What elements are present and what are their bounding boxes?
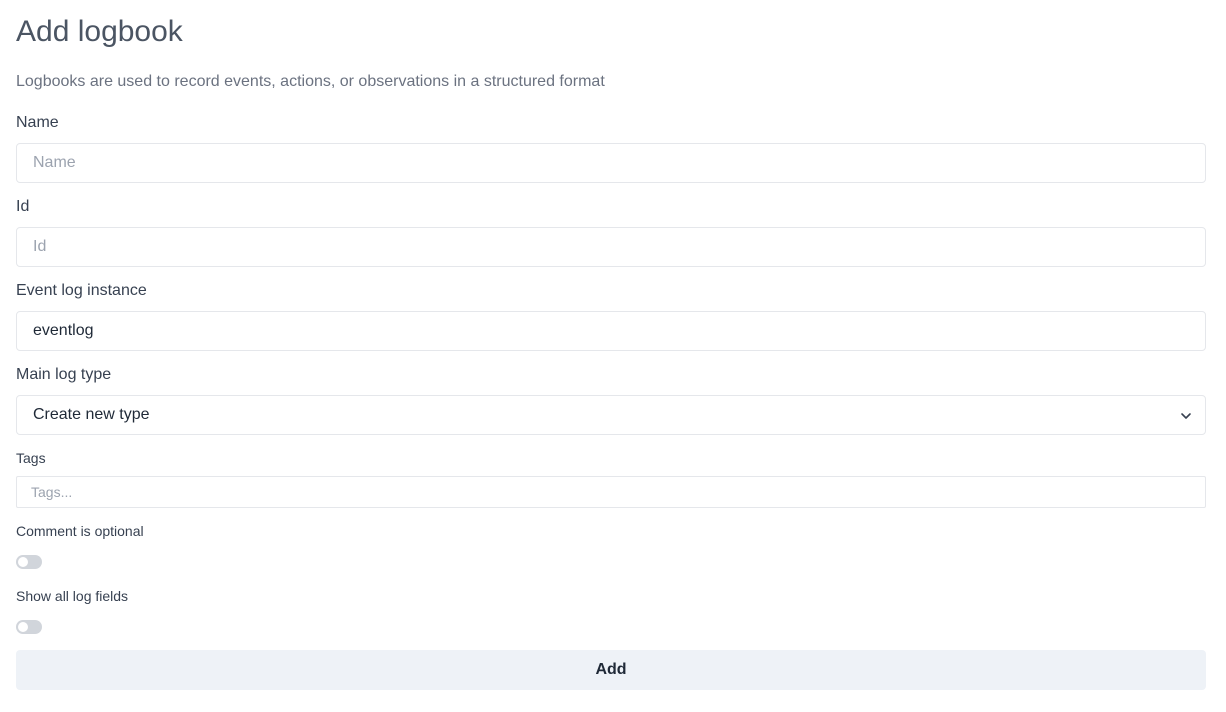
main-log-type-select[interactable]: Create new type [16, 395, 1206, 435]
add-button[interactable]: Add [16, 650, 1206, 690]
page-title: Add logbook [16, 15, 183, 48]
comment-optional-label: Comment is optional [16, 523, 144, 539]
toggle-knob [18, 622, 28, 632]
name-input[interactable] [16, 143, 1206, 183]
page-subtitle: Logbooks are used to record events, acti… [16, 73, 605, 90]
toggle-knob [18, 557, 28, 567]
add-logbook-page: Add logbook Logbooks are used to record … [0, 0, 1226, 712]
show-all-fields-toggle[interactable] [16, 620, 42, 634]
event-log-instance-label: Event log instance [16, 282, 147, 299]
comment-optional-toggle[interactable] [16, 555, 42, 569]
tags-label: Tags [16, 450, 46, 466]
main-log-type-label: Main log type [16, 366, 112, 383]
tags-input[interactable] [16, 476, 1206, 508]
main-log-type-selected-value: Create new type [33, 406, 150, 423]
name-label: Name [16, 114, 59, 131]
id-input[interactable] [16, 227, 1206, 267]
id-label: Id [16, 198, 30, 215]
event-log-instance-input[interactable] [16, 311, 1206, 351]
show-all-fields-label: Show all log fields [16, 588, 129, 604]
chevron-down-icon [1181, 413, 1191, 419]
